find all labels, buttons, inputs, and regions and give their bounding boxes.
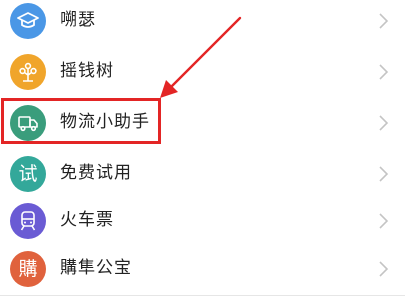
menu-item-label: 嗍瑟	[60, 10, 96, 30]
menu-item-money-tree[interactable]: 摇钱树	[0, 45, 405, 99]
chevron-right-icon	[375, 212, 391, 230]
menu-item-label: 摇钱树	[60, 61, 114, 81]
menu-item-partial[interactable]: 購 購隼公宝	[0, 242, 405, 296]
graduation-cap-icon	[10, 3, 46, 39]
chevron-right-icon	[375, 114, 391, 132]
chevron-right-icon	[375, 165, 391, 183]
store-icon: 購	[10, 251, 46, 287]
annotation-highlight-box	[1, 98, 161, 144]
store-icon-glyph: 購	[18, 257, 38, 280]
menu-item-label: 火车票	[60, 210, 114, 230]
chevron-right-icon	[375, 63, 391, 81]
chevron-right-icon	[375, 12, 391, 30]
menu-item-train-tickets[interactable]: 火车票	[0, 194, 405, 248]
money-tree-icon	[10, 54, 46, 90]
train-icon	[10, 203, 46, 239]
menu-item-shaser[interactable]: 嗍瑟	[0, 0, 405, 48]
menu-item-label: 購隼公宝	[60, 258, 132, 278]
menu-item-free-trial[interactable]: 试 免费试用	[0, 147, 405, 201]
trial-icon-glyph: 试	[18, 162, 38, 185]
menu-item-label: 免费试用	[60, 163, 132, 183]
trial-icon: 试	[10, 156, 46, 192]
chevron-right-icon	[375, 260, 391, 278]
